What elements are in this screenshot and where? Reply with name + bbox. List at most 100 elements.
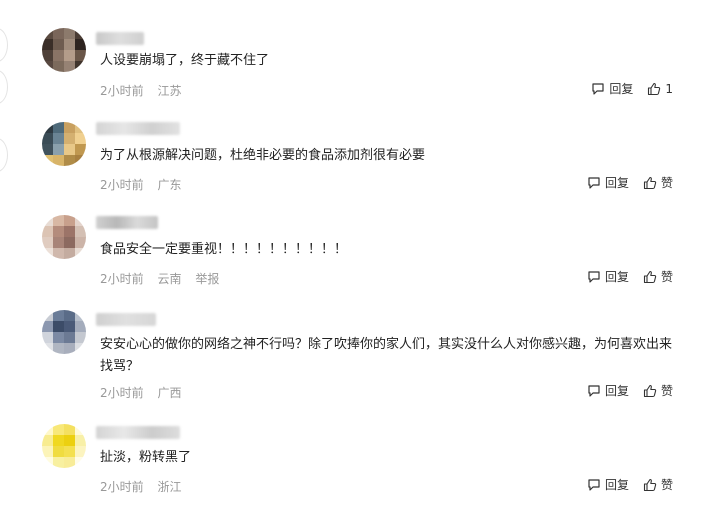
avatar-pixel (42, 310, 53, 321)
reply-button[interactable]: 回复 (587, 476, 629, 493)
avatar-pixel (42, 215, 53, 226)
avatar-pixel (75, 343, 86, 354)
side-panel-edge (0, 138, 8, 172)
avatar-pixel (64, 144, 75, 155)
like-button[interactable]: 赞 (643, 382, 673, 399)
thumbs-up-icon (643, 478, 657, 491)
comment-time: 2小时前 (100, 386, 144, 400)
avatar-pixel (42, 61, 53, 72)
avatar-pixel (64, 435, 75, 446)
like-label: 赞 (660, 176, 673, 190)
avatar-pixel (42, 332, 53, 343)
avatar-pixel (75, 457, 86, 468)
avatar-pixel (75, 446, 86, 457)
comment-time: 2小时前 (100, 178, 144, 192)
avatar-pixel (53, 61, 64, 72)
avatar[interactable] (42, 424, 86, 468)
avatar-pixel (75, 39, 86, 50)
avatar[interactable] (42, 28, 86, 72)
avatar-pixel (53, 248, 64, 259)
avatar-pixel (75, 122, 86, 133)
comment-text: 为了从根源解决问题，杜绝非必要的食品添加剂很有必要 (100, 148, 426, 163)
like-button[interactable]: 1 (647, 82, 673, 96)
like-button[interactable]: 赞 (643, 476, 673, 493)
comment-actions: 回复 赞 (573, 476, 673, 493)
avatar-pixel (42, 28, 53, 39)
avatar-pixel (75, 332, 86, 343)
avatar-pixel (64, 61, 75, 72)
avatar-pixel (75, 424, 86, 435)
thumbs-up-icon (643, 270, 657, 283)
avatar-pixel (64, 50, 75, 61)
avatar-pixel (53, 215, 64, 226)
reply-label: 回复 (604, 270, 629, 284)
avatar-pixel (42, 321, 53, 332)
avatar-pixel (53, 144, 64, 155)
avatar-pixel (64, 310, 75, 321)
avatar-pixel (64, 226, 75, 237)
username-redacted[interactable] (96, 122, 180, 135)
comment-meta: 2小时前 云南 举报 (100, 270, 229, 287)
avatar-pixel (75, 435, 86, 446)
comment-location: 浙江 (157, 480, 182, 494)
reply-icon (588, 176, 600, 189)
avatar-pixel (75, 155, 86, 166)
avatar-pixel (75, 144, 86, 155)
like-button[interactable]: 赞 (643, 268, 673, 285)
avatar-pixel (42, 435, 53, 446)
comment-location: 广东 (157, 178, 182, 192)
avatar-pixel (42, 237, 53, 248)
avatar[interactable] (42, 310, 86, 354)
thumbs-up-icon (643, 384, 657, 397)
thumbs-up-icon (643, 176, 657, 189)
avatar-pixel (75, 310, 86, 321)
reply-label: 回复 (604, 176, 629, 190)
username-redacted[interactable] (96, 426, 180, 439)
avatar[interactable] (42, 215, 86, 259)
like-label: 赞 (660, 270, 673, 284)
comment-text: 安安心心的做你的网络之神不行吗？除了吹捧你的家人们，其实没什么人对你感兴趣，为何… (100, 337, 673, 374)
comment-time: 2小时前 (100, 84, 144, 98)
reply-icon (588, 478, 600, 491)
username-redacted[interactable] (96, 216, 158, 229)
reply-icon (588, 384, 600, 397)
avatar-pixel (75, 215, 86, 226)
avatar-pixel (42, 50, 53, 61)
avatar-pixel (75, 133, 86, 144)
comment-text: 扯淡，粉转黑了 (100, 450, 192, 465)
avatar-pixel (64, 28, 75, 39)
comment-actions: 回复 1 (577, 80, 673, 97)
avatar-pixel (42, 343, 53, 354)
avatar-pixel (53, 424, 64, 435)
avatar-pixel (42, 457, 53, 468)
avatar-pixel (53, 133, 64, 144)
avatar-pixel (53, 50, 64, 61)
username-redacted[interactable] (96, 313, 156, 326)
like-button[interactable]: 赞 (643, 174, 673, 191)
comment-actions: 回复 赞 (573, 174, 673, 191)
reply-button[interactable]: 回复 (587, 382, 629, 399)
comment-actions: 回复 赞 (573, 382, 673, 399)
comment-text: 食品安全一定要重视！！！！！！！！！！ (100, 242, 348, 257)
avatar-pixel (75, 248, 86, 259)
avatar-pixel (75, 321, 86, 332)
like-count: 1 (665, 81, 673, 96)
avatar-pixel (53, 226, 64, 237)
avatar-pixel (64, 332, 75, 343)
username-redacted[interactable] (96, 32, 144, 45)
avatar-pixel (64, 155, 75, 166)
reply-button[interactable]: 回复 (587, 174, 629, 191)
avatar-pixel (64, 457, 75, 468)
reply-button[interactable]: 回复 (587, 268, 629, 285)
comment-meta: 2小时前 广西 (100, 384, 191, 401)
avatar-pixel (64, 122, 75, 133)
reply-button[interactable]: 回复 (591, 80, 633, 97)
avatar-pixel (75, 50, 86, 61)
avatar-pixel (42, 424, 53, 435)
report-link[interactable]: 举报 (195, 272, 219, 286)
avatar[interactable] (42, 122, 86, 166)
avatar-pixel (64, 321, 75, 332)
avatar-pixel (42, 144, 53, 155)
avatar-pixel (42, 155, 53, 166)
avatar-pixel (75, 237, 86, 248)
